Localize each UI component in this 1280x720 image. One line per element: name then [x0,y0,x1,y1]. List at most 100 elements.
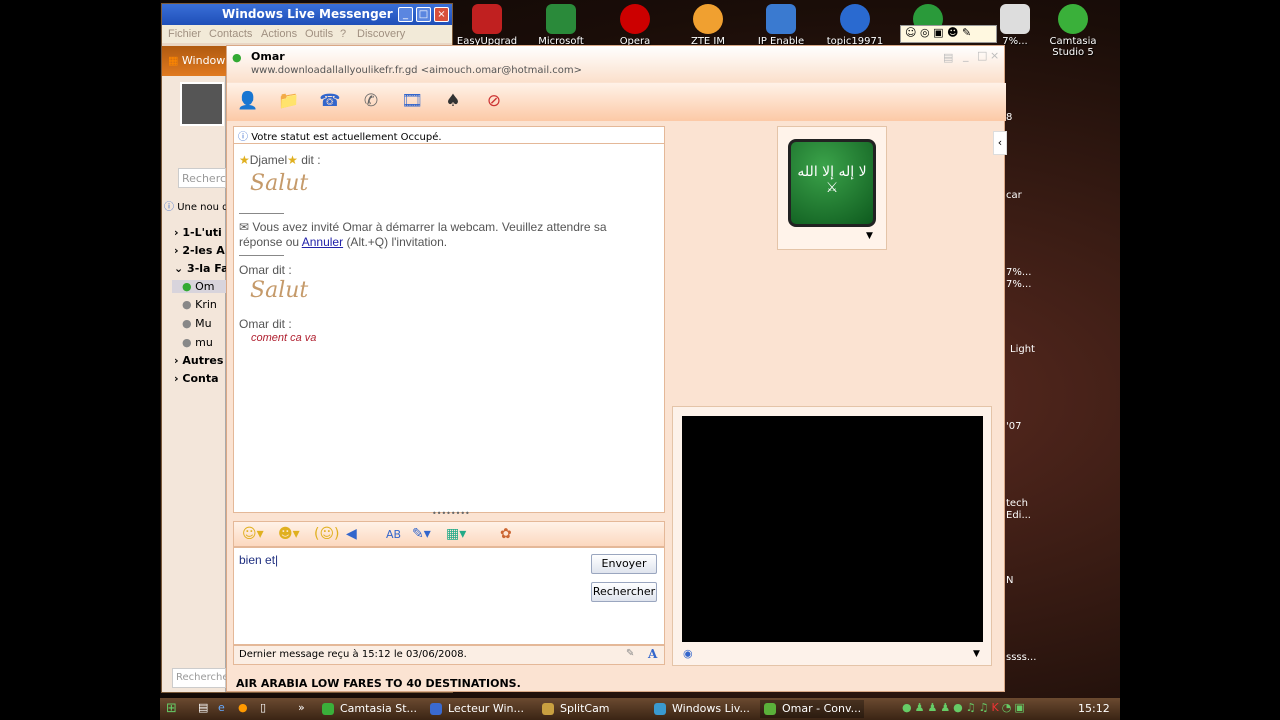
group-3[interactable]: ⌄ 3-la Fa [174,262,226,275]
close-button[interactable]: × [434,7,449,22]
task-label: SplitCam [560,702,610,715]
excel-icon [546,4,576,34]
maximize-button[interactable]: □ [416,7,431,22]
close-button[interactable]: × [990,49,999,62]
task-omar-conversation[interactable]: Omar - Conv... [760,700,864,718]
task-splitcam[interactable]: SplitCam [538,700,610,718]
brand-bar: ▦ Window [162,46,226,76]
flag-text: لا إله إلا الله [797,164,867,180]
emoticon-icon[interactable]: ☺▾ [242,526,264,542]
block-contact-icon[interactable]: ⊘ [482,91,506,113]
activities-icon[interactable]: 🎞 [400,91,424,113]
contact-item[interactable]: ● Om [172,280,226,293]
voice-clip-icon[interactable]: ◀ [346,526,357,542]
menu-actions[interactable]: Actions [261,25,297,43]
task-label: Lecteur Win... [448,702,524,715]
quick-launch-more[interactable]: » [298,701,305,714]
salut-image: Salut [250,171,309,196]
start-button[interactable]: ⊞ [166,701,177,716]
handwriting-icon[interactable]: ✎ [626,648,634,659]
notice-text: (Alt.+Q) l'invitation. [346,235,448,249]
background-icon[interactable]: ▦▾ [446,526,466,542]
minimize-button[interactable]: _ [963,49,969,62]
firefox-icon[interactable]: ● [238,701,248,714]
menu-bar: Fichier Contacts Actions Outils? Discovery [162,25,452,43]
advertisement[interactable]: AIR ARABIA LOW FARES TO 40 DESTINATIONS. [236,677,521,690]
search-web-input[interactable]: Recherche [172,668,229,688]
ie-icon[interactable]: e [218,701,225,714]
menu-contacts[interactable]: Contacts [209,25,252,43]
icon-label: Camtasia Studio 5 [1049,36,1097,58]
video-call-icon[interactable]: ☎ [318,91,342,113]
games-icon[interactable]: ♠ [441,91,465,113]
show-desktop-icon[interactable]: ▤ [198,701,208,714]
face-icon[interactable]: ☻ [947,26,958,39]
menu-fichier[interactable]: Fichier [168,25,201,43]
task-windows-live[interactable]: Windows Liv... [650,700,750,718]
group-autres[interactable]: › Autres [174,354,226,367]
font-icon[interactable]: AB [386,528,401,541]
conversation-window: ● Omar www.downloadallallyoulikefr.fr.gd… [226,45,1007,692]
menu-help[interactable]: ? [340,25,346,43]
conversation-header: ● Omar www.downloadallallyoulikefr.fr.gd… [227,46,1004,82]
system-tray-icons[interactable]: ●♟♟♟●♫♫K◔▣ [902,701,1028,714]
menu-discovery[interactable]: Discovery [357,25,405,43]
group-2[interactable]: › 2-les A [174,244,226,257]
desktop-icon-excel[interactable]: Microsoft [526,0,596,47]
voice-call-icon[interactable]: ✆ [359,91,383,113]
chevron-down-icon[interactable]: ▼ [973,649,980,659]
desktop-icon-opera[interactable]: Opera [600,0,670,47]
invite-contact-icon[interactable]: 👤 [236,91,260,113]
group-label: Conta [182,372,219,385]
search-contacts-input[interactable]: Recherc [178,168,226,188]
app-icon [472,4,502,34]
menu-outils[interactable]: Outils [305,25,333,43]
document-icon[interactable]: ▣ [933,26,943,39]
desktop-icon-ie[interactable]: topic19971 [820,0,890,47]
maximize-button[interactable]: □ [977,49,987,62]
messenger-icon[interactable]: ◎ [920,26,930,39]
camtasia-icon [1058,4,1088,34]
contact-display-picture[interactable]: لا إله إلا الله ⚔ ▼ [777,126,887,250]
contact-name: Om [195,280,215,293]
nudge-icon[interactable]: (☺) [314,526,340,542]
offline-user-icon: ● [182,317,192,330]
cancel-invite-link[interactable]: Annuler [302,235,343,249]
notice: ⓘ Une nou désorma [164,198,226,213]
desktop-icon-camtasia[interactable]: Camtasia Studio 5 [1038,0,1108,58]
ink-icon[interactable]: ✿ [500,526,512,542]
desktop-icon-zte[interactable]: ZTE IM [673,0,743,47]
group-label: 3-la Fa [187,262,226,275]
resize-grip[interactable]: •••••••• [432,509,470,518]
brush-icon[interactable]: ✎▾ [412,526,431,542]
says-label: dit : [301,153,321,167]
icon-label: 8 [1006,112,1013,123]
group-1[interactable]: › 1-L'uti [174,226,226,239]
share-files-icon[interactable]: 📁 [277,91,301,113]
star-icon: ★ [239,153,250,167]
webcam-view [682,416,983,642]
media-icon[interactable]: ▯ [260,701,266,714]
group-contacts[interactable]: › Conta [174,372,226,385]
windows-logo-icon: ▦ [168,54,179,67]
envelope-icon: ✉ [239,220,250,234]
type-mode-icon[interactable]: A [648,647,657,661]
desktop-icon-easyupgrade[interactable]: EasyUpgrad [452,0,522,47]
icon-label: ssss... [1006,652,1037,663]
wrench-icon[interactable]: ✎ [962,26,971,39]
desktop-icon-ipenable[interactable]: IP Enable [746,0,816,47]
minimize-button[interactable]: _ [398,7,413,22]
wink-icon[interactable]: ☻▾ [278,526,300,542]
zte-icon [693,4,723,34]
webcam-icon[interactable]: ◉ [683,647,693,660]
task-camtasia[interactable]: Camtasia St... [318,700,417,718]
smiley-icon[interactable]: ☺ [905,26,916,39]
flag-image: لا إله إلا الله ⚔ [788,139,876,227]
task-media-player[interactable]: Lecteur Win... [426,700,524,718]
user-avatar[interactable] [180,82,224,126]
menu-icon[interactable]: ▤ [943,51,953,64]
collapse-panel-button[interactable]: ‹ [993,131,1007,155]
send-button[interactable]: Envoyer [591,554,657,574]
chevron-down-icon[interactable]: ▼ [866,231,873,241]
search-button[interactable]: Rechercher [591,582,657,602]
